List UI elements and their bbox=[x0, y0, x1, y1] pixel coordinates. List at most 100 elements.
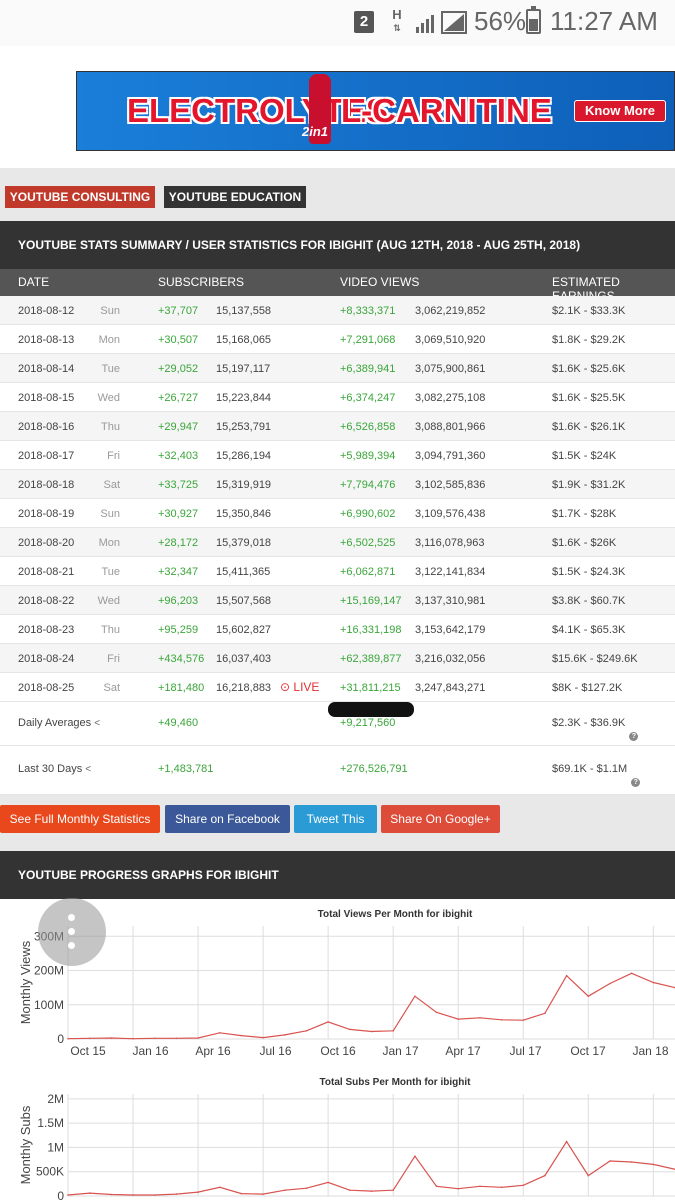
y-tick-label: 500K bbox=[36, 1165, 64, 1179]
dot-icon bbox=[68, 942, 75, 949]
x-tick-label: Jan 18 bbox=[632, 1044, 668, 1058]
ad-banner[interactable]: ELECTROLYTES 2in1 L-CARNITINE Know More bbox=[76, 71, 675, 151]
row-earnings: $1.9K - $31.2K bbox=[552, 479, 626, 491]
row-day: Mon bbox=[98, 334, 120, 346]
data-point bbox=[67, 1037, 69, 1040]
youtube-education-button[interactable]: YOUTUBE EDUCATION bbox=[164, 186, 306, 208]
data-point bbox=[652, 1163, 655, 1166]
row-date: 2018-08-22 bbox=[18, 595, 75, 607]
row-sub-total: 15,223,844 bbox=[216, 392, 272, 404]
table-row: 2018-08-13 Mon +30,507 15,168,065 +7,291,068… bbox=[0, 325, 675, 354]
row-view-total: 3,122,141,834 bbox=[415, 566, 486, 578]
table-row: 2018-08-15 Wed +26,727 15,223,844 +6,374,247… bbox=[0, 383, 675, 412]
y-tick-label: 0 bbox=[57, 1189, 64, 1200]
col-subscribers: SUBSCRIBERS bbox=[158, 275, 245, 289]
y-tick-label: 100M bbox=[34, 998, 64, 1012]
row-view-delta: +6,990,602 bbox=[340, 508, 396, 520]
row-sub-total: 15,411,365 bbox=[216, 566, 271, 578]
row-view-delta: +16,331,198 bbox=[340, 624, 402, 636]
y-axis-label: Monthly Views bbox=[18, 940, 33, 1024]
table-row: 2018-08-21 Tue +32,347 15,411,365 +6,062,871… bbox=[0, 557, 675, 586]
row-view-total: 3,137,310,981 bbox=[415, 595, 486, 607]
row-view-delta: +6,502,525 bbox=[340, 537, 396, 549]
tweet-button[interactable]: Tweet This bbox=[294, 805, 377, 833]
ad-know-more-button[interactable]: Know More bbox=[574, 100, 666, 122]
table-row: 2018-08-12 Sun +37,707 15,137,558 +8,333,371… bbox=[0, 296, 675, 325]
row-sub-delta: +26,727 bbox=[158, 392, 199, 404]
data-point bbox=[327, 1021, 329, 1023]
row-day: Mon bbox=[98, 537, 120, 549]
data-point bbox=[544, 1174, 546, 1177]
more-options-button[interactable] bbox=[38, 898, 106, 966]
signal-icon bbox=[416, 11, 467, 34]
chart-title: Total Subs Per Month for ibighit bbox=[320, 1077, 472, 1088]
table-row: 2018-08-25 Sat +181,480 16,218,883 +31,811,2… bbox=[0, 673, 675, 702]
table-row: 2018-08-23 Thu +95,259 15,602,827 +16,331,19… bbox=[0, 615, 675, 644]
monthly-stats-button[interactable]: See Full Monthly Statistics bbox=[0, 805, 160, 833]
row-view-delta: +31,811,215 bbox=[340, 682, 401, 694]
row-view-total: 3,102,585,836 bbox=[415, 479, 486, 491]
data-point bbox=[587, 995, 590, 997]
battery-icon bbox=[526, 6, 541, 34]
dot-icon bbox=[68, 928, 75, 935]
row-day: Sat bbox=[103, 479, 120, 491]
col-video-views: VIDEO VIEWS bbox=[340, 275, 420, 289]
row-sub-total: 15,168,065 bbox=[216, 334, 272, 346]
youtube-consulting-button[interactable]: YOUTUBE CONSULTING bbox=[5, 186, 155, 208]
row-sub-total: 15,253,791 bbox=[216, 421, 272, 433]
clock: 11:27 AM bbox=[550, 6, 658, 36]
dot-icon bbox=[68, 914, 75, 921]
help-icon: ? bbox=[629, 732, 639, 741]
x-tick-label: Jan 17 bbox=[382, 1044, 418, 1058]
battery-percent: 56% bbox=[474, 6, 527, 36]
row-day: Wed bbox=[97, 392, 120, 404]
y-tick-label: 1.5M bbox=[37, 1116, 64, 1130]
x-tick-label: Jan 16 bbox=[132, 1044, 168, 1058]
row-date: 2018-08-16 bbox=[18, 421, 75, 433]
row-earnings: $1.5K - $24.3K bbox=[552, 566, 626, 578]
data-point bbox=[262, 1193, 264, 1195]
row-view-delta: +15,169,147 bbox=[340, 595, 402, 607]
chart-title: Total Views Per Month for ibighit bbox=[318, 909, 473, 920]
network-type: H ⇅ bbox=[392, 7, 402, 33]
row-earnings: $1.6K - $25.5K bbox=[552, 392, 626, 404]
row-date: 2018-08-21 bbox=[18, 566, 75, 578]
table-row: 2018-08-18 Sat +33,725 15,319,919 +7,794,476… bbox=[0, 470, 675, 499]
daily-avg-earnings: $2.3K - $36.9K? bbox=[552, 717, 639, 741]
row-sub-delta: +29,947 bbox=[158, 421, 199, 433]
row-date: 2018-08-23 bbox=[18, 624, 75, 636]
row-day: Tue bbox=[101, 566, 120, 578]
y-tick-label: 1M bbox=[47, 1140, 64, 1154]
data-point bbox=[522, 1019, 525, 1021]
row-date: 2018-08-24 bbox=[18, 653, 75, 665]
share-facebook-button[interactable]: Share on Facebook bbox=[165, 805, 290, 833]
data-point bbox=[435, 1185, 438, 1188]
last-30-views: +276,526,791 bbox=[340, 763, 408, 775]
data-point bbox=[392, 1030, 395, 1032]
last-30-earnings: $69.1K - $1.1M? bbox=[552, 763, 641, 787]
row-sub-total: 15,197,117 bbox=[216, 363, 271, 375]
row-earnings: $2.1K - $33.3K bbox=[552, 305, 626, 317]
row-sub-delta: +32,347 bbox=[158, 566, 199, 578]
table-row: 2018-08-24 Fri +434,576 16,037,403 +62,389,8… bbox=[0, 644, 675, 673]
row-earnings: $1.6K - $26.1K bbox=[552, 421, 626, 433]
row-sub-delta: +95,259 bbox=[158, 624, 199, 636]
data-point bbox=[175, 1193, 178, 1195]
data-point bbox=[457, 1018, 460, 1020]
row-view-delta: +6,526,858 bbox=[340, 421, 396, 433]
data-point bbox=[652, 981, 655, 984]
row-date: 2018-08-14 bbox=[18, 363, 75, 375]
table-row: 2018-08-14 Tue +29,052 15,197,117 +6,389,941… bbox=[0, 354, 675, 383]
row-earnings: $1.8K - $29.2K bbox=[552, 334, 626, 346]
share-google-button[interactable]: Share On Google+ bbox=[381, 805, 500, 833]
row-date: 2018-08-18 bbox=[18, 479, 75, 491]
data-point bbox=[110, 1037, 113, 1039]
table-row: 2018-08-17 Fri +32,403 15,286,194 +5,989,394… bbox=[0, 441, 675, 470]
data-point bbox=[305, 1187, 308, 1189]
series-line bbox=[67, 1140, 675, 1196]
data-point bbox=[132, 1194, 134, 1196]
x-tick-label: Apr 17 bbox=[445, 1044, 481, 1058]
data-point bbox=[414, 1155, 416, 1157]
table-row: 2018-08-22 Wed +96,203 15,507,568 +15,169,14… bbox=[0, 586, 675, 615]
row-date: 2018-08-25 bbox=[18, 682, 75, 694]
